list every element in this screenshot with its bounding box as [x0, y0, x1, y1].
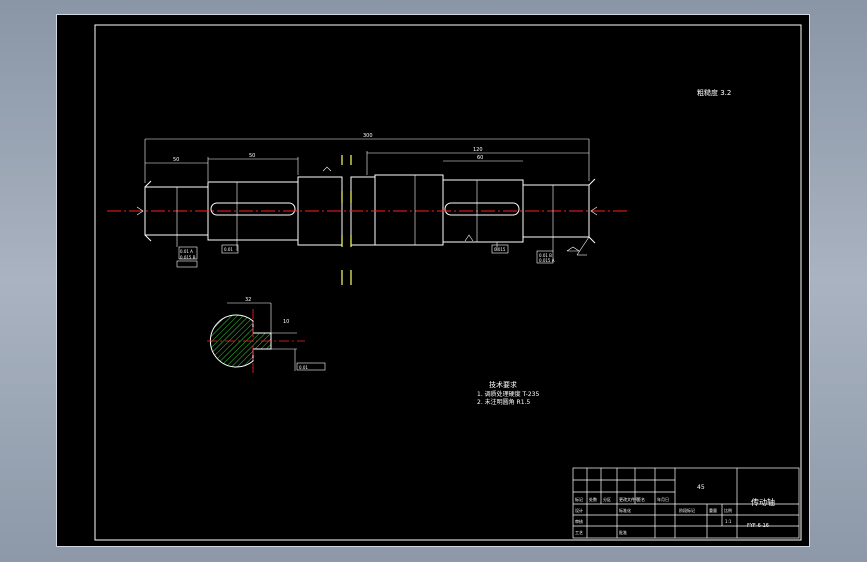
tech-req-title: 技术要求 — [489, 380, 517, 389]
tol-box-6: 0.015 A — [539, 258, 555, 263]
tech-req-item-1: 1. 调质处理硬度 T-235 — [477, 390, 539, 398]
surface-symbols — [136, 166, 598, 252]
drawing-sheet: 粗糙度 3.2 300 50 50 120 60 0.01 A 0.015 B … — [56, 14, 810, 547]
stage-label: 阶段标记 — [679, 507, 695, 513]
shaft-view — [144, 174, 596, 246]
ratio-label: 比例 — [724, 507, 732, 513]
row-2: 工艺 — [575, 530, 583, 535]
dim-right-length: 120 — [473, 147, 483, 153]
tol-box-3: 0.01 — [224, 247, 233, 252]
row-0: 设计 — [575, 507, 583, 513]
hdr-1: 处数 — [589, 496, 597, 502]
section-depth: 10 — [283, 319, 289, 325]
tol-box-2: 0.015 B — [180, 255, 196, 260]
row-3: 标准化 — [619, 507, 631, 513]
tech-req-item-2: 2. 未注明圆角 R1.5 — [477, 398, 530, 406]
scale: 1:1 — [725, 519, 732, 524]
tol-box-4: 0.015 — [494, 247, 506, 252]
drawing-no: FYF-6-16 — [747, 523, 769, 529]
drawing-canvas: 粗糙度 3.2 300 50 50 120 60 0.01 A 0.015 B … — [94, 24, 802, 541]
dim-overall: 300 — [363, 133, 373, 139]
hdr-5: 年月日 — [657, 496, 669, 502]
surface-note: 粗糙度 3.2 — [697, 88, 731, 97]
dim-left-length: 50 — [173, 157, 179, 163]
break-lines — [341, 155, 352, 285]
dim-keyway-left: 50 — [249, 153, 255, 159]
section-tol: 0.01 — [299, 365, 308, 370]
hdr-3: 更改文件号 — [619, 496, 639, 502]
section-view: 32 10 0.01 — [207, 297, 326, 375]
section-width: 32 — [245, 297, 251, 303]
material: 45 — [697, 484, 705, 491]
tech-requirements: 技术要求 1. 调质处理硬度 T-235 2. 未注明圆角 R1.5 — [477, 380, 539, 406]
hdr-4: 签名 — [637, 496, 645, 502]
dimension-lines — [144, 138, 590, 256]
hdr-2: 分区 — [603, 496, 611, 502]
dim-right-section: 60 — [477, 155, 483, 161]
row-4: 批准 — [619, 529, 627, 535]
inner-frame — [94, 24, 802, 541]
tol-box-1: 0.01 A — [180, 249, 193, 254]
part-name: 传动轴 — [751, 497, 775, 507]
qty-label: 重量 — [709, 507, 717, 513]
row-1: 审核 — [575, 518, 583, 524]
hdr-0: 标记 — [575, 496, 583, 502]
dimension-texts: 300 50 50 120 60 — [173, 133, 483, 163]
